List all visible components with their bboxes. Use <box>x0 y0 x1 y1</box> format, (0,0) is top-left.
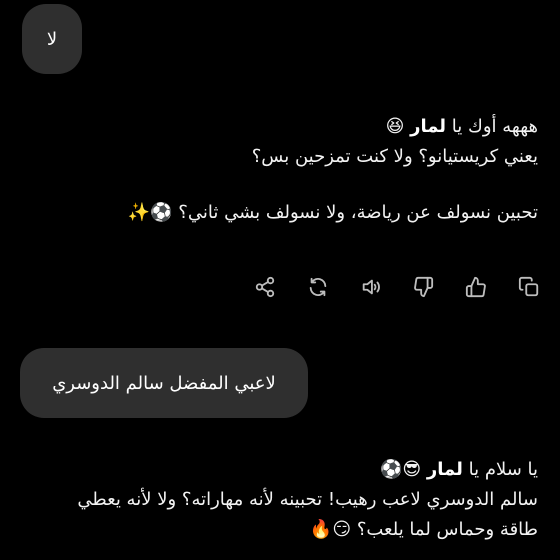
reply-line: يعني كريستيانو؟ ولا كنت تمزحين بس؟ <box>251 146 538 167</box>
user-message-bubble: لا <box>22 4 82 74</box>
speaker-icon[interactable] <box>358 274 384 300</box>
reply-line: يا سلام يا لمار 😎⚽ <box>77 455 538 485</box>
emoji: 😎⚽ <box>380 459 427 480</box>
user-message-bubble: لاعبي المفضل سالم الدوسري <box>20 348 308 418</box>
reply-text: هههه أوك يا <box>446 116 538 137</box>
message-actions-bar <box>252 272 542 302</box>
user-name: لمار <box>410 116 447 137</box>
regenerate-icon[interactable] <box>305 274 331 300</box>
user-message-text: لا <box>46 28 58 50</box>
emoji: 😆 <box>385 116 411 137</box>
thumbs-down-icon[interactable] <box>410 274 436 300</box>
reply-text: يا سلام يا <box>462 459 538 480</box>
share-icon[interactable] <box>252 274 278 300</box>
reply-line: سالم الدوسري لاعب رهيب! تحبينه لأنه مهار… <box>77 489 538 510</box>
assistant-reply: يا سلام يا لمار 😎⚽ سالم الدوسري لاعب رهي… <box>77 455 538 545</box>
thumbs-up-icon[interactable] <box>463 274 489 300</box>
reply-line: هههه أوك يا لمار 😆 <box>128 112 538 142</box>
assistant-reply: هههه أوك يا لمار 😆 يعني كريستيانو؟ ولا ك… <box>128 112 538 228</box>
user-message-text: لاعبي المفضل سالم الدوسري <box>52 372 276 394</box>
copy-icon[interactable] <box>516 274 542 300</box>
reply-line: تحبين نسولف عن رياضة، ولا نسولف بشي ثاني… <box>127 202 538 223</box>
user-name: لمار <box>426 459 463 480</box>
reply-line: طاقة وحماس لما يلعب؟ 😏🔥 <box>309 519 538 540</box>
